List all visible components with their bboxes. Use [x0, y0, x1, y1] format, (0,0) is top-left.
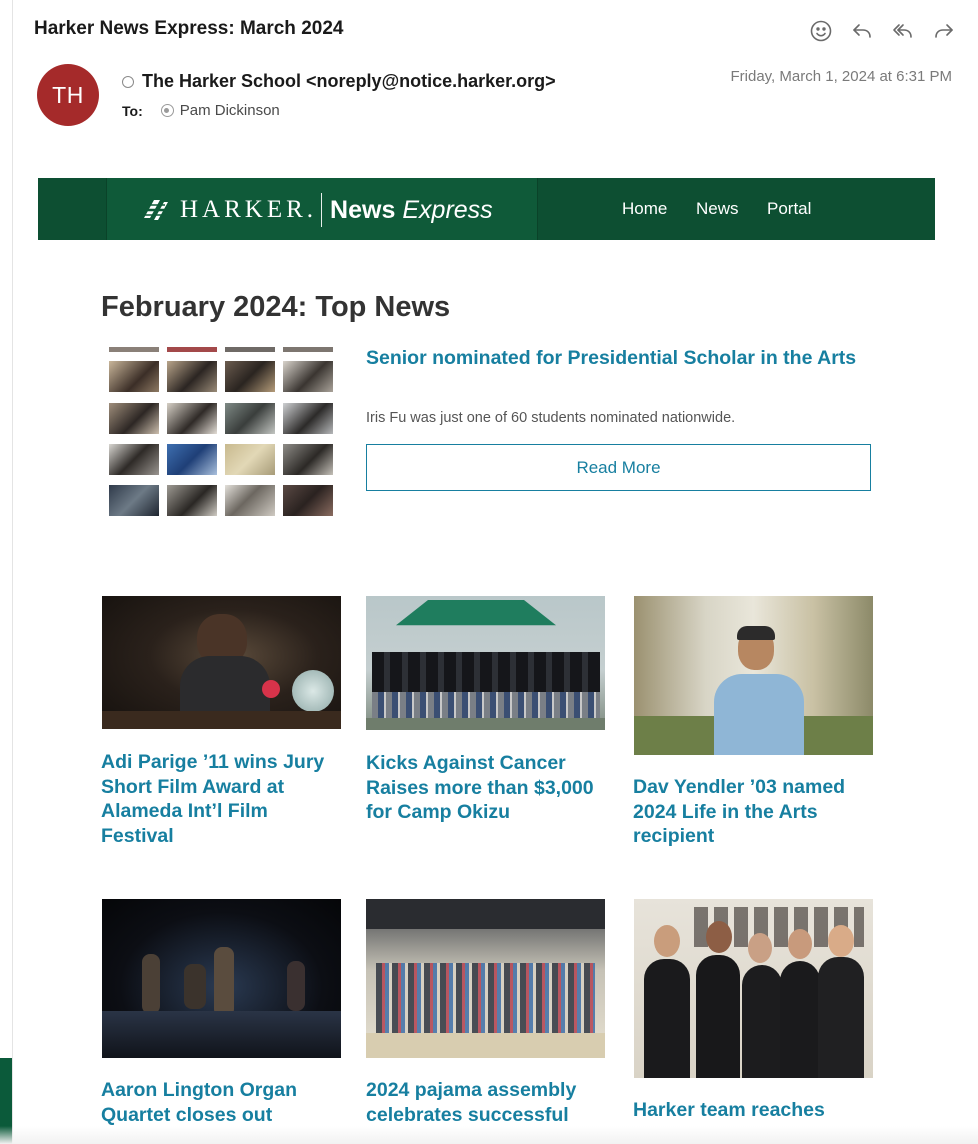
- article-image-adi-parige[interactable]: [102, 596, 341, 729]
- email-subject: Harker News Express: March 2024: [34, 18, 344, 39]
- article-image-pajama-assembly[interactable]: [366, 899, 605, 1058]
- article-title-dav-yendler[interactable]: Dav Yendler ’03 named 2024 Life in the A…: [633, 775, 873, 849]
- logo-divider: [321, 193, 323, 227]
- forward-icon[interactable]: [931, 18, 957, 44]
- nav-home[interactable]: Home: [622, 199, 667, 219]
- avatar[interactable]: TH: [37, 64, 99, 126]
- harker-logo-icon: [144, 200, 168, 220]
- article-image-kicks-against-cancer[interactable]: [366, 596, 605, 730]
- article-title-harker-team[interactable]: Harker team reaches: [633, 1098, 873, 1123]
- section-title: February 2024: Top News: [101, 291, 451, 323]
- to-label: To:: [122, 102, 143, 119]
- sender-line[interactable]: The Harker School <noreply@notice.harker…: [122, 71, 556, 92]
- featured-article-description: Iris Fu was just one of 60 students nomi…: [366, 410, 736, 426]
- nav-portal[interactable]: Portal: [767, 199, 811, 219]
- recipient-line: To: Pam Dickinson: [122, 102, 280, 119]
- sender-status-icon: [122, 75, 134, 88]
- sender-name: The Harker School <noreply@notice.harker…: [142, 71, 556, 91]
- logo-news-text: News: [330, 195, 396, 224]
- read-more-button[interactable]: Read More: [366, 444, 871, 491]
- reply-all-icon[interactable]: [890, 18, 916, 44]
- article-title-aaron-lington[interactable]: Aaron Lington Organ Quartet closes out: [101, 1078, 341, 1127]
- article-title-pajama-assembly[interactable]: 2024 pajama assembly celebrates successf…: [366, 1078, 606, 1127]
- nav-news[interactable]: News: [696, 199, 739, 219]
- recipient-status-icon: [160, 104, 174, 117]
- article-image-aaron-lington[interactable]: [102, 899, 341, 1058]
- article-title-adi-parige[interactable]: Adi Parige ’11 wins Jury Short Film Awar…: [101, 750, 341, 848]
- article-title-kicks-against-cancer[interactable]: Kicks Against Cancer Raises more than $3…: [366, 751, 606, 825]
- harker-news-express-logo[interactable]: HARKER. News Express: [140, 190, 493, 230]
- featured-photo-mosaic[interactable]: [109, 347, 333, 517]
- pane-border: [12, 0, 13, 1144]
- scroll-fade: [0, 1126, 978, 1144]
- article-image-dav-yendler[interactable]: [634, 596, 873, 755]
- emoji-icon[interactable]: [808, 18, 834, 44]
- recipient-name[interactable]: Pam Dickinson: [180, 102, 280, 119]
- email-date: Friday, March 1, 2024 at 6:31 PM: [730, 68, 953, 85]
- logo-harker-text: HARKER.: [180, 196, 318, 223]
- article-image-harker-team[interactable]: [634, 899, 873, 1078]
- logo-express-text: Express: [402, 195, 493, 224]
- reply-icon[interactable]: [849, 18, 875, 44]
- featured-article-title[interactable]: Senior nominated for Presidential Schola…: [366, 346, 866, 371]
